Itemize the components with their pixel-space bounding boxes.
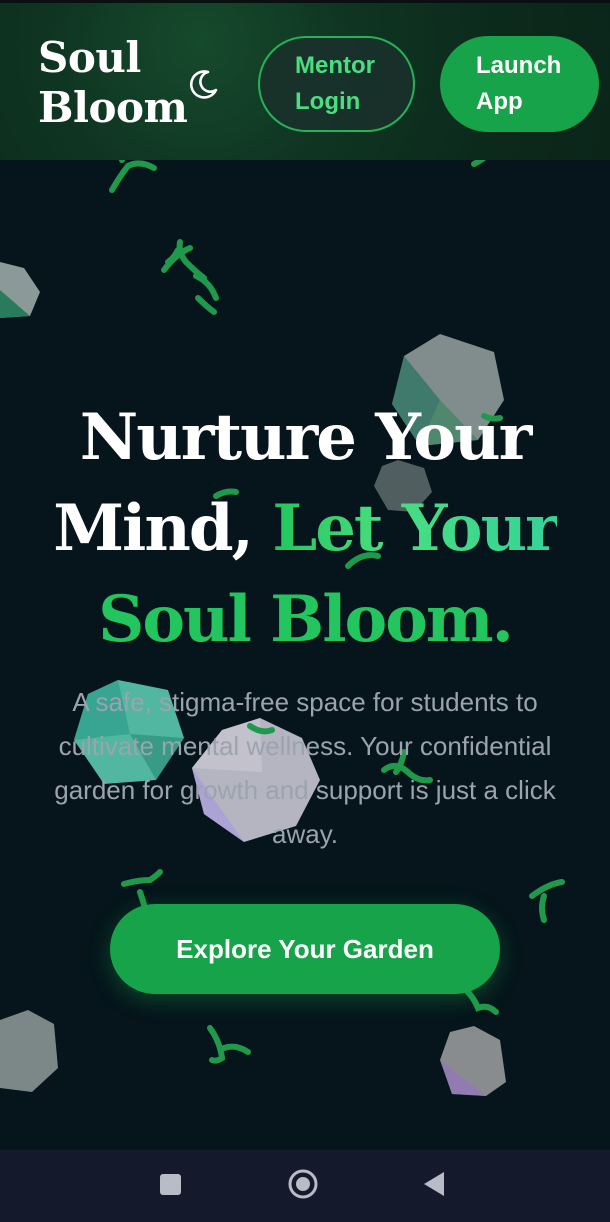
triangle-back-icon: [424, 1172, 444, 1196]
launch-app-button[interactable]: Launch App: [440, 36, 599, 132]
hero-title-accent2: Soul Bloom.: [98, 582, 514, 657]
recents-button[interactable]: [130, 1150, 210, 1222]
gem-icon: [440, 1026, 506, 1096]
mentor-login-label: Mentor Login: [295, 52, 375, 115]
hero-subtitle: A safe, stigma-free space for students t…: [54, 687, 556, 849]
gem-icon: [0, 262, 40, 318]
brand-line2: Bloom: [38, 83, 188, 132]
explore-garden-button[interactable]: Explore Your Garden: [110, 904, 500, 994]
circle-home-icon: [288, 1169, 318, 1199]
home-button[interactable]: [263, 1150, 343, 1222]
system-nav-bar: [0, 1150, 610, 1222]
explore-garden-label: Explore Your Garden: [176, 933, 434, 964]
gem-icon: [0, 1010, 58, 1092]
app-screen: Soul Bloom Mentor Login Launch App Nurtu…: [0, 0, 610, 1150]
hero-title: Nurture Your Mind, Let Your Soul Bloom.: [0, 392, 610, 665]
top-header: Soul Bloom Mentor Login Launch App: [0, 0, 610, 160]
hero-title-part2: Mind,: [53, 491, 254, 566]
launch-app-label: Launch App: [476, 52, 562, 115]
hero-title-part1: Nurture Your: [79, 400, 533, 475]
back-button[interactable]: [396, 1150, 476, 1222]
brand-line1: Soul: [38, 33, 141, 82]
mentor-login-button[interactable]: Mentor Login: [258, 36, 415, 132]
square-icon: [160, 1174, 181, 1195]
brand-logo[interactable]: Soul Bloom: [38, 33, 188, 133]
moon-icon[interactable]: [186, 67, 220, 101]
hero-title-accent1: Let Your: [272, 491, 559, 566]
